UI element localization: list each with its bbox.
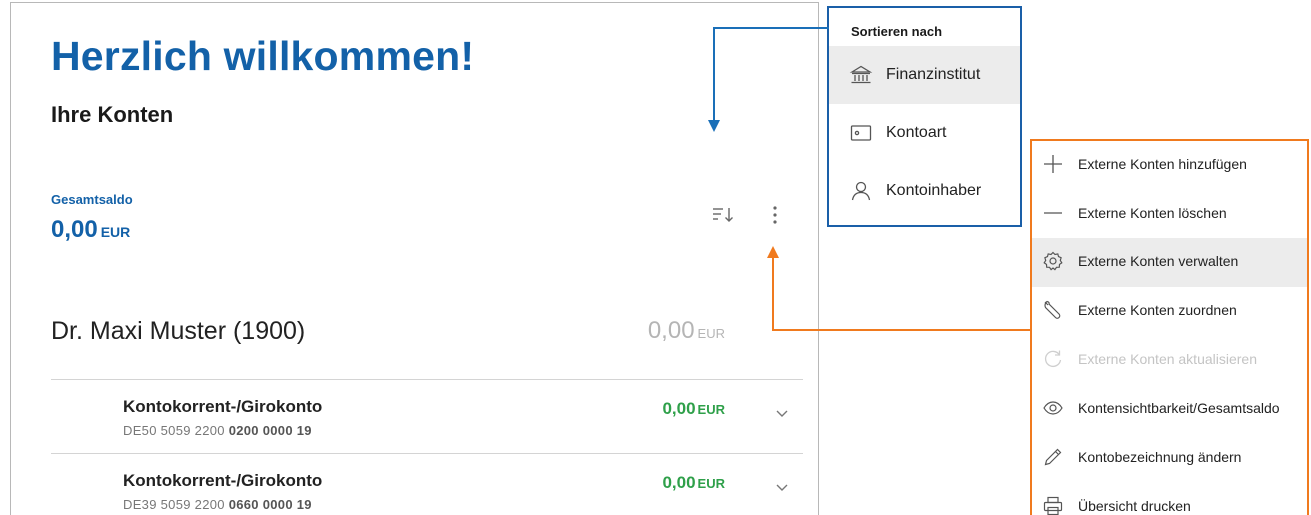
minus-icon [1044, 212, 1062, 214]
account-row[interactable]: Kontokorrent-/Girokonto DE39 5059 2200 0… [51, 453, 803, 515]
refresh-icon [1044, 350, 1062, 368]
sort-icon [713, 208, 733, 222]
sort-menu: Sortieren nach Finanzinstitut Kontoart K… [827, 6, 1022, 227]
total-balance: 0,00 EUR [51, 216, 130, 244]
iban-prefix: DE50 5059 2200 [123, 423, 225, 438]
chevron-down-icon[interactable] [773, 478, 791, 496]
sort-menu-heading: Sortieren nach [851, 24, 943, 39]
total-balance-currency: EUR [100, 224, 131, 240]
account-iban: DE39 5059 2200 0660 0000 19 [123, 497, 312, 512]
sort-button[interactable] [705, 200, 741, 230]
total-balance-value: 0,00 [51, 216, 98, 243]
account-balance: 0,00 EUR [611, 473, 725, 493]
menu-item-label: Kontensichtbarkeit/Gesamtsaldo [1078, 400, 1280, 416]
account-balance-currency: EUR [697, 476, 725, 491]
menu-item-refresh-external-accounts: Externe Konten aktualisieren [1032, 336, 1307, 385]
bank-icon [849, 65, 873, 84]
more-options-button[interactable] [763, 200, 787, 230]
account-balance-currency: EUR [697, 402, 725, 417]
sort-option-kontoart[interactable]: Kontoart [829, 104, 1020, 162]
menu-item-label: Externe Konten aktualisieren [1078, 351, 1257, 367]
pencil-icon [1044, 448, 1062, 466]
iban-account-number: 0660 0000 19 [228, 497, 312, 512]
account-balance-value: 0,00 [662, 399, 696, 418]
menu-item-print-overview[interactable]: Übersicht drucken [1032, 483, 1307, 515]
menu-item-rename-account[interactable]: Kontobezeichnung ändern [1032, 434, 1307, 483]
gear-icon [1043, 251, 1063, 271]
account-row[interactable]: Kontokorrent-/Girokonto DE50 5059 2200 0… [51, 379, 803, 453]
printer-icon [1043, 496, 1063, 515]
eye-icon [1043, 401, 1063, 415]
sort-option-label: Kontoinhaber [886, 182, 982, 199]
account-name: Kontokorrent-/Girokonto [123, 471, 323, 490]
account-owner-balance: 0,00 EUR [611, 317, 725, 345]
menu-item-label: Externe Konten löschen [1078, 205, 1227, 221]
menu-item-label: Kontobezeichnung ändern [1078, 449, 1242, 465]
account-balance-value: 0,00 [662, 473, 696, 492]
total-balance-label: Gesamtsaldo [51, 192, 133, 207]
owner-balance-currency: EUR [697, 326, 725, 341]
menu-item-label: Externe Konten zuordnen [1078, 302, 1237, 318]
account-name: Kontokorrent-/Girokonto [123, 397, 323, 416]
more-vertical-icon [773, 206, 777, 224]
wrench-icon [1044, 300, 1061, 319]
account-owner-name: Dr. Maxi Muster (1900) [51, 317, 306, 345]
sort-option-label: Kontoart [886, 124, 947, 141]
accounts-heading: Ihre Konten [51, 102, 174, 127]
account-balance: 0,00 EUR [611, 399, 725, 419]
account-actions-menu: Externe Konten hinzufügen Externe Konten… [1030, 139, 1309, 515]
menu-item-label: Übersicht drucken [1078, 498, 1191, 514]
menu-item-label: Externe Konten hinzufügen [1078, 156, 1247, 172]
sort-option-finanzinstitut[interactable]: Finanzinstitut [829, 46, 1020, 104]
iban-prefix: DE39 5059 2200 [123, 497, 225, 512]
sort-option-label: Finanzinstitut [886, 66, 981, 83]
person-icon [851, 181, 871, 201]
menu-item-delete-external-accounts[interactable]: Externe Konten löschen [1032, 190, 1307, 239]
menu-item-account-visibility[interactable]: Kontensichtbarkeit/Gesamtsaldo [1032, 385, 1307, 434]
owner-balance-value: 0,00 [647, 317, 695, 344]
page-title: Herzlich willkommen! [51, 33, 475, 79]
sort-option-kontoinhaber[interactable]: Kontoinhaber [829, 162, 1020, 220]
menu-item-assign-external-accounts[interactable]: Externe Konten zuordnen [1032, 287, 1307, 336]
menu-item-label: Externe Konten verwalten [1078, 253, 1239, 269]
menu-item-manage-external-accounts[interactable]: Externe Konten verwalten [1032, 238, 1307, 287]
account-iban: DE50 5059 2200 0200 0000 19 [123, 423, 312, 438]
card-icon [850, 125, 872, 141]
menu-item-add-external-accounts[interactable]: Externe Konten hinzufügen [1032, 141, 1307, 190]
chevron-down-icon[interactable] [773, 404, 791, 422]
iban-account-number: 0200 0000 19 [228, 423, 312, 438]
plus-icon [1044, 155, 1062, 173]
accounts-panel: Herzlich willkommen! Ihre Konten Gesamts… [10, 2, 819, 515]
